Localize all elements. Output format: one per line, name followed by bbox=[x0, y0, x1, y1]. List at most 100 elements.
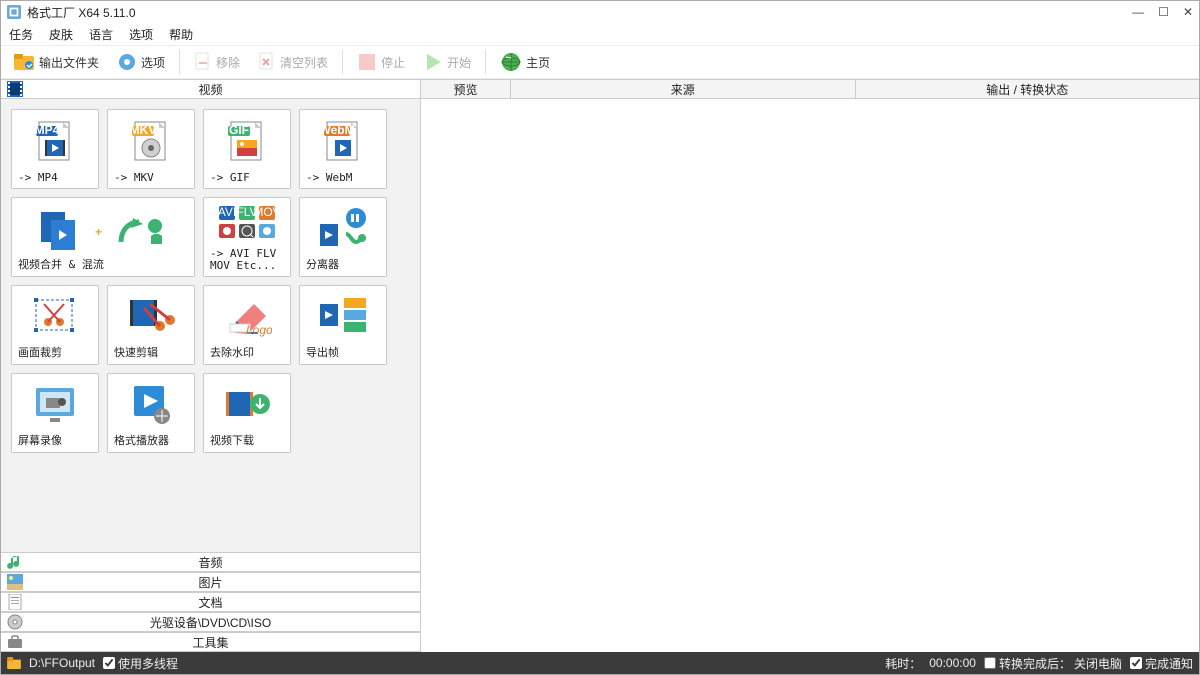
splitter-icon bbox=[316, 206, 370, 250]
crop-icon bbox=[30, 294, 80, 338]
video-grid: MP4 -> MP4 MKV -> MKV GIF -> GIF WebM ->… bbox=[1, 99, 420, 552]
card-export[interactable]: 导出帧 bbox=[299, 285, 387, 365]
toolbar-separator bbox=[485, 50, 486, 74]
statusbar: D:\FFOutput 使用多线程 耗时： 00:00:00 转换完成后：关闭电… bbox=[1, 652, 1199, 674]
svg-text:+: + bbox=[95, 225, 102, 239]
menubar: 任务 皮肤 语言 选项 帮助 bbox=[1, 23, 1199, 45]
right-pane: 预览 来源 输出 / 转换状态 bbox=[421, 79, 1199, 652]
merge-icon: + bbox=[33, 206, 173, 250]
svg-text:MKV: MKV bbox=[130, 123, 157, 137]
play-icon bbox=[423, 52, 443, 72]
card-player[interactable]: 格式播放器 bbox=[107, 373, 195, 453]
category-image[interactable]: 图片 bbox=[1, 572, 420, 592]
col-preview[interactable]: 预览 bbox=[421, 80, 511, 98]
window-buttons: — ☐ ✕ bbox=[1132, 5, 1193, 19]
category-audio[interactable]: 音频 bbox=[1, 552, 420, 572]
card-splitter[interactable]: 分离器 bbox=[299, 197, 387, 277]
home-button[interactable]: 主页 bbox=[494, 49, 556, 75]
card-mp4[interactable]: MP4 -> MP4 bbox=[11, 109, 99, 189]
card-avi[interactable]: AVI FLV MOV -> AVI FLV MOV Etc... bbox=[203, 197, 291, 277]
card-download[interactable]: 视频下载 bbox=[203, 373, 291, 453]
card-quick[interactable]: 快速剪辑 bbox=[107, 285, 195, 365]
player-icon bbox=[126, 382, 176, 426]
task-list-body[interactable] bbox=[421, 99, 1199, 652]
menu-option[interactable]: 选项 bbox=[129, 26, 153, 43]
start-button[interactable]: 开始 bbox=[417, 50, 477, 74]
category-doc-label: 文档 bbox=[1, 594, 420, 611]
card-label: 格式播放器 bbox=[112, 430, 190, 448]
page-x-icon bbox=[258, 52, 276, 72]
page-minus-icon bbox=[194, 52, 212, 72]
output-path[interactable]: D:\FFOutput bbox=[29, 656, 95, 670]
close-button[interactable]: ✕ bbox=[1183, 5, 1193, 19]
main-area: 视频 MP4 -> MP4 MKV -> MKV GIF -> GIF WebM bbox=[1, 79, 1199, 652]
webm-icon: WebM bbox=[321, 120, 365, 164]
maximize-button[interactable]: ☐ bbox=[1158, 5, 1169, 19]
notify-checkbox[interactable]: 完成通知 bbox=[1130, 655, 1193, 672]
card-label: 快速剪辑 bbox=[112, 342, 190, 360]
mp4-icon: MP4 bbox=[33, 120, 77, 164]
task-list-header: 预览 来源 输出 / 转换状态 bbox=[421, 79, 1199, 99]
home-label: 主页 bbox=[526, 54, 550, 71]
category-toolkit[interactable]: 工具集 bbox=[1, 632, 420, 652]
category-stack: 音频 图片 文档 光驱设备\DVD\CD\ISO 工具集 bbox=[1, 552, 420, 652]
download-icon bbox=[222, 382, 272, 426]
category-video[interactable]: 视频 bbox=[1, 79, 420, 99]
output-folder-button[interactable]: 输出文件夹 bbox=[7, 50, 105, 74]
folder-icon bbox=[13, 52, 35, 72]
category-image-label: 图片 bbox=[1, 574, 420, 591]
output-folder-label: 输出文件夹 bbox=[39, 54, 99, 71]
svg-text:WebM: WebM bbox=[321, 123, 355, 137]
app-icon bbox=[7, 5, 21, 19]
card-mkv[interactable]: MKV -> MKV bbox=[107, 109, 195, 189]
options-button[interactable]: 选项 bbox=[111, 50, 171, 74]
category-disc-label: 光驱设备\DVD\CD\ISO bbox=[1, 614, 420, 631]
menu-lang[interactable]: 语言 bbox=[89, 26, 113, 43]
folder-icon[interactable] bbox=[7, 657, 21, 669]
record-icon bbox=[30, 382, 80, 426]
titlebar: 格式工厂 X64 5.11.0 — ☐ ✕ bbox=[1, 1, 1199, 23]
category-video-label: 视频 bbox=[1, 81, 420, 98]
stop-icon bbox=[357, 52, 377, 72]
export-frame-icon bbox=[316, 294, 370, 338]
menu-skin[interactable]: 皮肤 bbox=[49, 26, 73, 43]
stop-label: 停止 bbox=[381, 54, 405, 71]
minimize-button[interactable]: — bbox=[1132, 5, 1144, 19]
svg-text:GIF: GIF bbox=[229, 123, 249, 137]
category-doc[interactable]: 文档 bbox=[1, 592, 420, 612]
clear-label: 清空列表 bbox=[280, 54, 328, 71]
card-label: -> MP4 bbox=[16, 169, 94, 184]
card-label: 画面裁剪 bbox=[16, 342, 94, 360]
card-merge[interactable]: + 视频合并 & 混流 bbox=[11, 197, 195, 277]
menu-task[interactable]: 任务 bbox=[9, 26, 33, 43]
globe-icon bbox=[500, 51, 522, 73]
remove-button[interactable]: 移除 bbox=[188, 50, 246, 74]
card-watermark[interactable]: Logo 去除水印 bbox=[203, 285, 291, 365]
options-label: 选项 bbox=[141, 54, 165, 71]
card-gif[interactable]: GIF -> GIF bbox=[203, 109, 291, 189]
menu-help[interactable]: 帮助 bbox=[169, 26, 193, 43]
stop-button[interactable]: 停止 bbox=[351, 50, 411, 74]
window-title: 格式工厂 X64 5.11.0 bbox=[27, 4, 1132, 21]
gif-icon: GIF bbox=[225, 120, 269, 164]
after-convert-checkbox[interactable]: 转换完成后：关闭电脑 bbox=[984, 655, 1122, 672]
quickcut-icon bbox=[126, 294, 176, 338]
card-record[interactable]: 屏幕录像 bbox=[11, 373, 99, 453]
card-label: 屏幕录像 bbox=[16, 430, 94, 448]
gear-icon bbox=[117, 52, 137, 72]
mkv-icon: MKV bbox=[129, 120, 173, 164]
col-source[interactable]: 来源 bbox=[511, 80, 856, 98]
card-label: -> WebM bbox=[304, 169, 382, 184]
category-disc[interactable]: 光驱设备\DVD\CD\ISO bbox=[1, 612, 420, 632]
multithread-checkbox[interactable]: 使用多线程 bbox=[103, 655, 178, 672]
card-crop[interactable]: 画面裁剪 bbox=[11, 285, 99, 365]
clear-button[interactable]: 清空列表 bbox=[252, 50, 334, 74]
col-status[interactable]: 输出 / 转换状态 bbox=[856, 80, 1200, 98]
card-webm[interactable]: WebM -> WebM bbox=[299, 109, 387, 189]
card-label: -> GIF bbox=[208, 169, 286, 184]
svg-text:MP4: MP4 bbox=[35, 123, 60, 137]
svg-text:MOV: MOV bbox=[253, 205, 277, 219]
eraser-icon: Logo bbox=[222, 294, 272, 338]
card-label: 视频下载 bbox=[208, 430, 286, 448]
start-label: 开始 bbox=[447, 54, 471, 71]
